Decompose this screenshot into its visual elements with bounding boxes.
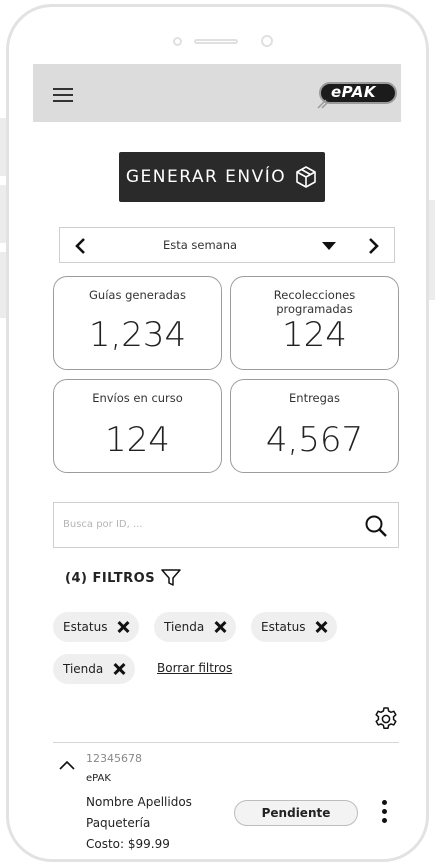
speaker-grille xyxy=(194,39,238,44)
stat-card-pickups[interactable]: Recolecciones programadas 124 xyxy=(230,276,399,370)
stat-value: 1,234 xyxy=(88,315,187,355)
box-icon xyxy=(296,166,316,188)
remove-filter-icon[interactable] xyxy=(117,621,129,633)
stat-value: 4,567 xyxy=(265,420,364,460)
top-bar: ePAK xyxy=(33,64,401,122)
filter-chip-label: Estatus xyxy=(63,620,108,634)
filter-chip-label: Tienda xyxy=(164,620,205,634)
search-placeholder: Busca por ID, ... xyxy=(63,519,143,530)
generate-shipment-label: GENERAR ENVÍO xyxy=(125,167,287,187)
stat-label: Entregas xyxy=(289,391,340,405)
filter-chip-store[interactable]: Tienda xyxy=(53,654,136,684)
hamburger-icon[interactable] xyxy=(53,88,73,102)
app-screen: ePAK GENERAR ENVÍO Esta semana Guías gen… xyxy=(33,64,401,859)
period-selector[interactable]: Esta semana xyxy=(59,227,395,263)
logo-text: ePAK xyxy=(331,83,377,101)
search-icon[interactable] xyxy=(364,514,388,538)
gear-icon[interactable] xyxy=(373,706,399,732)
stat-value: 124 xyxy=(282,315,347,355)
shipment-store: ePAK xyxy=(86,773,111,784)
chevron-right-icon[interactable] xyxy=(364,237,382,255)
stat-card-deliveries[interactable]: Entregas 4,567 xyxy=(230,379,399,473)
shipment-cost: Costo: $99.99 xyxy=(86,837,170,851)
phone-frame: ePAK GENERAR ENVÍO Esta semana Guías gen… xyxy=(6,4,429,862)
shipment-recipient: Nombre Apellidos xyxy=(86,795,192,809)
camera-dot xyxy=(261,35,273,47)
filter-chip-label: Tienda xyxy=(63,662,104,676)
list-divider xyxy=(53,742,399,743)
remove-filter-icon[interactable] xyxy=(214,621,226,633)
phone-side-button xyxy=(429,200,435,300)
camera-dot xyxy=(173,37,182,46)
stat-card-guides[interactable]: Guías generadas 1,234 xyxy=(53,276,222,370)
stat-label: Envíos en curso xyxy=(92,391,183,405)
filter-chip-status[interactable]: Estatus xyxy=(251,612,338,642)
filter-chip-status[interactable]: Estatus xyxy=(53,612,140,642)
shipment-id: 12345678 xyxy=(86,752,142,765)
filters-toggle[interactable]: (4) FILTROS xyxy=(65,569,181,587)
search-input[interactable]: Busca por ID, ... xyxy=(53,502,399,548)
filter-chip-label: Estatus xyxy=(261,620,306,634)
remove-filter-icon[interactable] xyxy=(315,621,327,633)
period-label: Esta semana xyxy=(162,238,238,252)
status-badge: Pendiente xyxy=(234,800,358,826)
stat-card-in-transit[interactable]: Envíos en curso 124 xyxy=(53,379,222,473)
stat-value: 124 xyxy=(105,420,170,460)
chevron-up-icon[interactable] xyxy=(59,760,75,770)
epak-logo: ePAK xyxy=(317,80,399,109)
shipment-carrier: Paquetería xyxy=(86,816,151,830)
clear-filters-link[interactable]: Borrar filtros xyxy=(157,661,232,675)
caret-down-icon[interactable] xyxy=(322,242,336,250)
filters-label: (4) FILTROS xyxy=(65,570,156,586)
remove-filter-icon[interactable] xyxy=(113,663,125,675)
stat-label: Guías generadas xyxy=(89,288,186,302)
generate-shipment-button[interactable]: GENERAR ENVÍO xyxy=(119,152,325,202)
stat-label: Recolecciones programadas xyxy=(273,288,356,316)
filter-chip-store[interactable]: Tienda xyxy=(154,612,237,642)
kebab-icon[interactable] xyxy=(382,800,388,826)
filter-icon xyxy=(161,569,181,586)
